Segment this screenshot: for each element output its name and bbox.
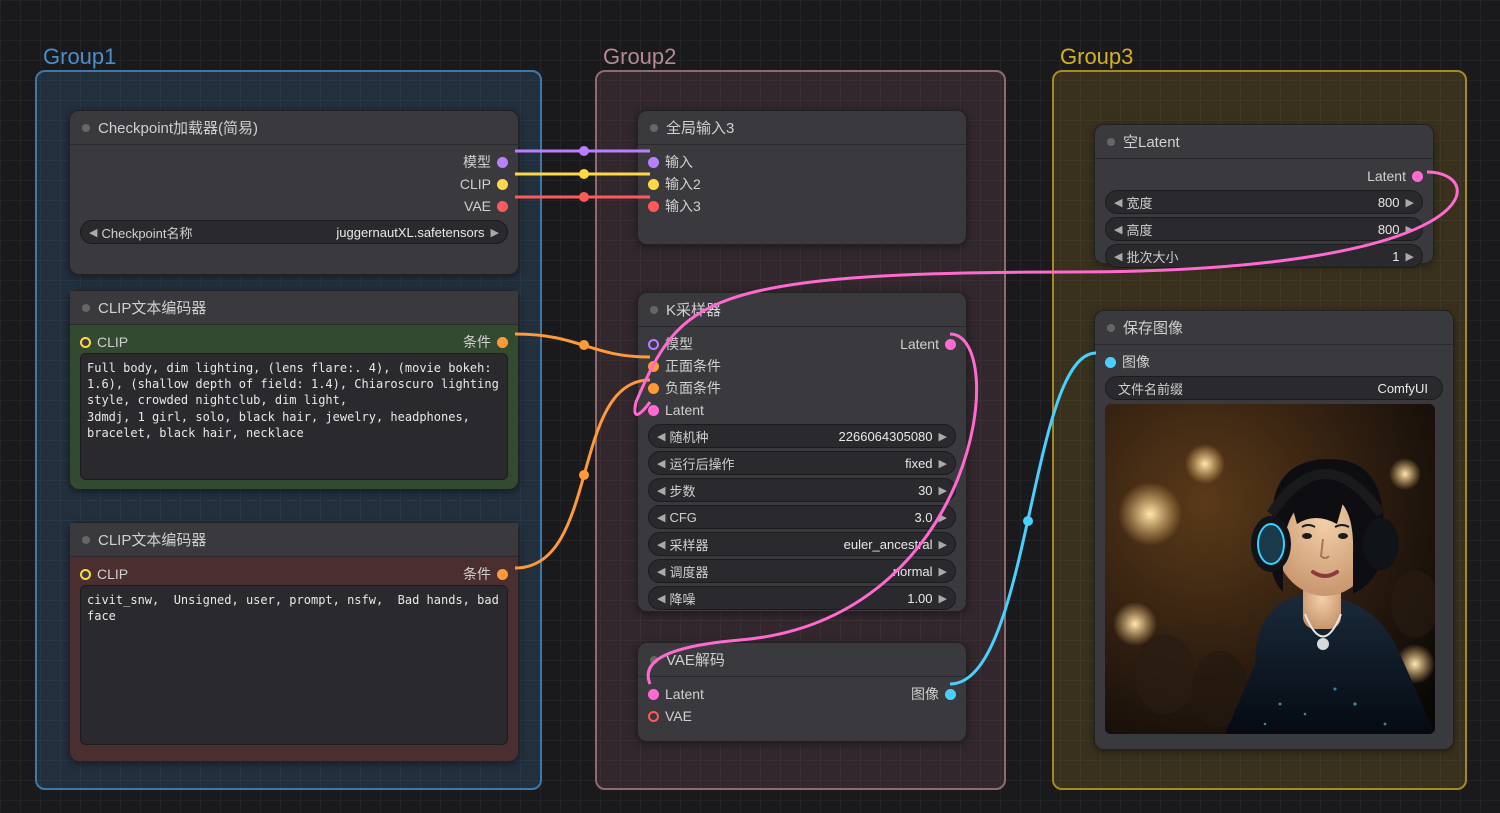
output-cond-port[interactable] (497, 569, 508, 580)
group-1-title: Group1 (43, 44, 116, 70)
input-clip-port[interactable] (80, 569, 91, 580)
output-vae-label: VAE (458, 198, 497, 214)
denoise-widget[interactable]: ◀降噪1.00▶ (648, 586, 956, 610)
output-cond-port[interactable] (497, 337, 508, 348)
chevron-right-icon[interactable]: ▶ (491, 226, 499, 239)
input-latent-port[interactable] (648, 405, 659, 416)
height-widget[interactable]: ◀高度800▶ (1105, 217, 1423, 241)
node-ksampler[interactable]: K采样器 模型 Latent 正面条件 负面条件 Latent ◀随机种2266… (637, 292, 967, 612)
input-latent-port[interactable] (648, 689, 659, 700)
node-title: 空Latent (1123, 131, 1180, 152)
input-3-port[interactable] (648, 201, 659, 212)
cfg-widget[interactable]: ◀CFG3.0▶ (648, 505, 956, 529)
node-empty-latent[interactable]: 空Latent Latent ◀宽度800▶ ◀高度800▶ ◀批次大小1▶ (1094, 124, 1434, 264)
node-clip-text-negative[interactable]: CLIP文本编码器 CLIP 条件 (69, 522, 519, 762)
output-image-port[interactable] (945, 689, 956, 700)
input-model-port[interactable] (648, 339, 659, 350)
input-vae-port[interactable] (648, 711, 659, 722)
node-vae-decode[interactable]: VAE解码 Latent 图像 VAE (637, 642, 967, 742)
node-checkpoint-loader[interactable]: Checkpoint加载器(简易) 模型 CLIP VAE ◀ Checkpoi… (69, 110, 519, 275)
node-title: Checkpoint加载器(简易) (98, 117, 258, 138)
negative-prompt-input[interactable] (80, 585, 508, 745)
node-clip-text-positive[interactable]: CLIP文本编码器 CLIP 条件 (69, 290, 519, 490)
node-title: 保存图像 (1123, 317, 1183, 338)
group-3-title: Group3 (1060, 44, 1133, 70)
width-widget[interactable]: ◀宽度800▶ (1105, 190, 1423, 214)
steps-widget[interactable]: ◀步数30▶ (648, 478, 956, 502)
output-latent-port[interactable] (1412, 171, 1423, 182)
checkpoint-name-widget[interactable]: ◀ Checkpoint名称 juggernautXL.safetensors … (80, 220, 508, 244)
filename-prefix-widget[interactable]: 文件名前缀 ComfyUI (1105, 376, 1443, 400)
group-3[interactable]: Group3 空Latent Latent ◀宽度800▶ ◀高度800▶ ◀批… (1052, 70, 1467, 790)
node-title: 全局输入3 (666, 117, 734, 138)
input-image-port[interactable] (1105, 357, 1116, 368)
node-save-image[interactable]: 保存图像 图像 文件名前缀 ComfyUI (1094, 310, 1454, 750)
output-clip-label: CLIP (454, 176, 497, 192)
input-1-port[interactable] (648, 157, 659, 168)
input-2-port[interactable] (648, 179, 659, 190)
sampler-widget[interactable]: ◀采样器euler_ancestral▶ (648, 532, 956, 556)
input-positive-port[interactable] (648, 361, 659, 372)
batch-widget[interactable]: ◀批次大小1▶ (1105, 244, 1423, 268)
group-2[interactable]: Group2 全局输入3 输入 输入2 输入3 K采样器 模型 Latent 正… (595, 70, 1006, 790)
group-1[interactable]: Group1 Checkpoint加载器(简易) 模型 CLIP VAE ◀ C… (35, 70, 542, 790)
output-clip-port[interactable] (497, 179, 508, 190)
group-2-title: Group2 (603, 44, 676, 70)
output-latent-port[interactable] (945, 339, 956, 350)
positive-prompt-input[interactable] (80, 353, 508, 480)
node-title: VAE解码 (666, 649, 725, 670)
node-title: K采样器 (666, 299, 721, 320)
input-clip-port[interactable] (80, 337, 91, 348)
chevron-left-icon[interactable]: ◀ (89, 226, 97, 239)
seed-widget[interactable]: ◀随机种2266064305080▶ (648, 424, 956, 448)
node-title: CLIP文本编码器 (98, 297, 206, 318)
node-title: CLIP文本编码器 (98, 529, 206, 550)
output-image-preview (1105, 404, 1435, 734)
node-global-input[interactable]: 全局输入3 输入 输入2 输入3 (637, 110, 967, 245)
output-vae-port[interactable] (497, 201, 508, 212)
scheduler-widget[interactable]: ◀调度器normal▶ (648, 559, 956, 583)
control-widget[interactable]: ◀运行后操作fixed▶ (648, 451, 956, 475)
output-model-label: 模型 (457, 152, 497, 172)
output-model-port[interactable] (497, 157, 508, 168)
input-negative-port[interactable] (648, 383, 659, 394)
